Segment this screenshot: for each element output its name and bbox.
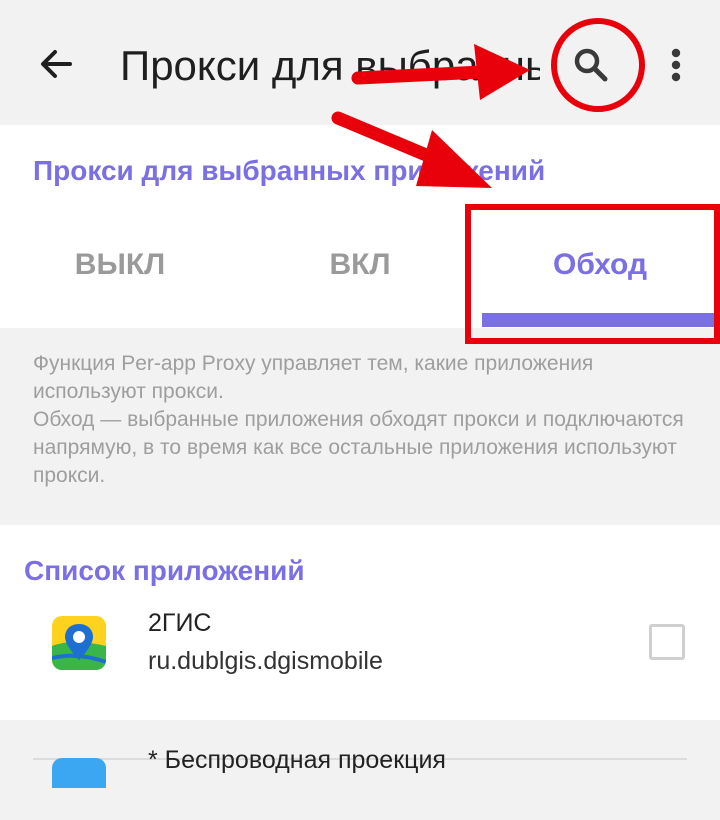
description-text: Функция Per-app Proxy управляет тем, как… — [33, 350, 693, 490]
description-line-2: Обход — выбранные приложения обходят про… — [33, 408, 684, 487]
app-bar: Прокси для выбранных приложений — [0, 0, 720, 125]
page-title: Прокси для выбранных приложений — [120, 42, 540, 89]
list-item[interactable]: 2ГИС ru.dublgis.dgismobile — [0, 595, 720, 760]
tab-off[interactable]: ВЫКЛ — [0, 210, 240, 320]
back-button[interactable] — [30, 38, 82, 90]
wireless-projection-icon — [52, 758, 106, 788]
app-select-checkbox[interactable] — [649, 624, 685, 660]
back-arrow-icon — [41, 50, 72, 78]
search-button[interactable] — [562, 36, 620, 94]
app-package: ru.dublgis.dgismobile — [148, 647, 383, 675]
description-line-1: Функция Per-app Proxy управляет тем, как… — [33, 352, 594, 403]
search-icon — [574, 48, 608, 82]
app-name: 2ГИС — [148, 609, 212, 637]
more-options-button[interactable] — [658, 40, 694, 90]
proxy-mode-section-title: Прокси для выбранных приложений — [33, 155, 546, 186]
list-item[interactable]: * Беспроводная проекция — [0, 746, 720, 820]
proxy-mode-card: Прокси для выбранных приложений ВЫКЛ ВКЛ… — [0, 125, 720, 328]
app-name: * Беспроводная проекция — [148, 746, 446, 774]
app-list-card: Список приложений 2ГИС ru.dublgis.dgismo… — [0, 525, 720, 788]
app-list-title: Список приложений — [24, 555, 305, 586]
app-2gis-icon — [52, 616, 106, 670]
selected-tab-indicator — [482, 313, 718, 327]
tab-bypass[interactable]: Обход — [480, 210, 720, 320]
tab-on[interactable]: ВКЛ — [240, 210, 480, 320]
more-vert-icon — [671, 48, 681, 82]
